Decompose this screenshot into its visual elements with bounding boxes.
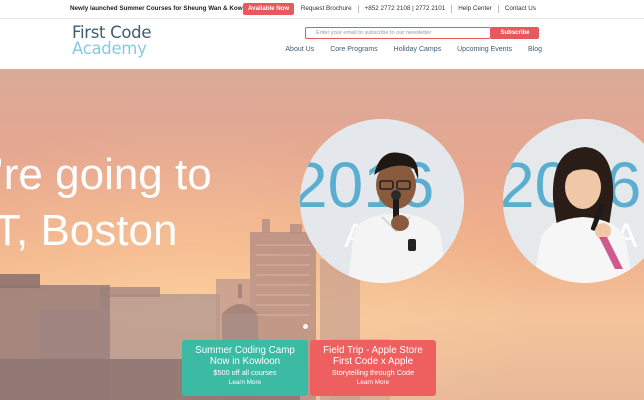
announcement-text[interactable]: Newly launched Summer Courses for Sheung… [70,5,261,12]
contact-us-link[interactable]: Contact Us [497,5,542,13]
promo-card-subtitle: Storytelling through Code [331,368,415,377]
promo-card-summer-camp[interactable]: Summer Coding Camp Now in Kowloon $500 o… [182,340,308,396]
learn-more-link[interactable]: Learn More [182,378,308,387]
top-links: Request Brochure +852 2772 2108 | 2772 2… [295,5,542,13]
nav-core-programs[interactable]: Core Programs [330,46,377,53]
phone-number-link[interactable]: +852 2772 2108 | 2772 2101 [357,5,452,13]
top-bar: Newly launched Summer Courses for Sheung… [0,0,644,19]
promo-card-title: Field Trip - Apple Store [323,345,423,356]
promo-card-title: Summer Coding Camp [195,345,295,356]
hero-headline-line2: T, Boston [0,206,178,255]
promo-card-title-line2: Now in Kowloon [209,356,281,367]
nav-about-us[interactable]: About Us [285,46,314,53]
student-photo-anna: 2016 ANNA [503,119,644,283]
newsletter-form: Enter your email to subscribe to our new… [305,27,539,39]
logo[interactable]: First Code Academy [72,24,152,58]
subscribe-button[interactable]: Subscribe [491,27,539,39]
slider-dot[interactable] [303,324,308,329]
newsletter-email-input[interactable]: Enter your email to subscribe to our new… [305,27,491,39]
nav-holiday-camps[interactable]: Holiday Camps [394,46,441,53]
help-center-link[interactable]: Help Center [451,5,498,13]
hero-headline-line1: ’re going to [0,150,212,199]
site-header: First Code Academy Enter your email to s… [0,19,644,69]
promo-card-title-line2: First Code x Apple [332,356,414,367]
nav-upcoming-events[interactable]: Upcoming Events [457,46,512,53]
student-photo-aadi: 2016 AADI [300,119,464,283]
main-nav: About Us Core Programs Holiday Camps Upc… [269,46,542,53]
nav-blog[interactable]: Blog [528,46,542,53]
hero-headline: ’re going to T, Boston [0,147,212,259]
page: Newly launched Summer Courses for Sheung… [0,0,644,400]
learn-more-link[interactable]: Learn More [310,378,436,387]
promo-card-subtitle: $500 off all courses [213,368,277,377]
request-brochure-link[interactable]: Request Brochure [295,5,358,13]
available-now-button[interactable]: Available Now [243,3,295,15]
logo-line-academy: Academy [72,39,147,58]
promo-card-field-trip[interactable]: Field Trip - Apple Store First Code x Ap… [310,340,436,396]
